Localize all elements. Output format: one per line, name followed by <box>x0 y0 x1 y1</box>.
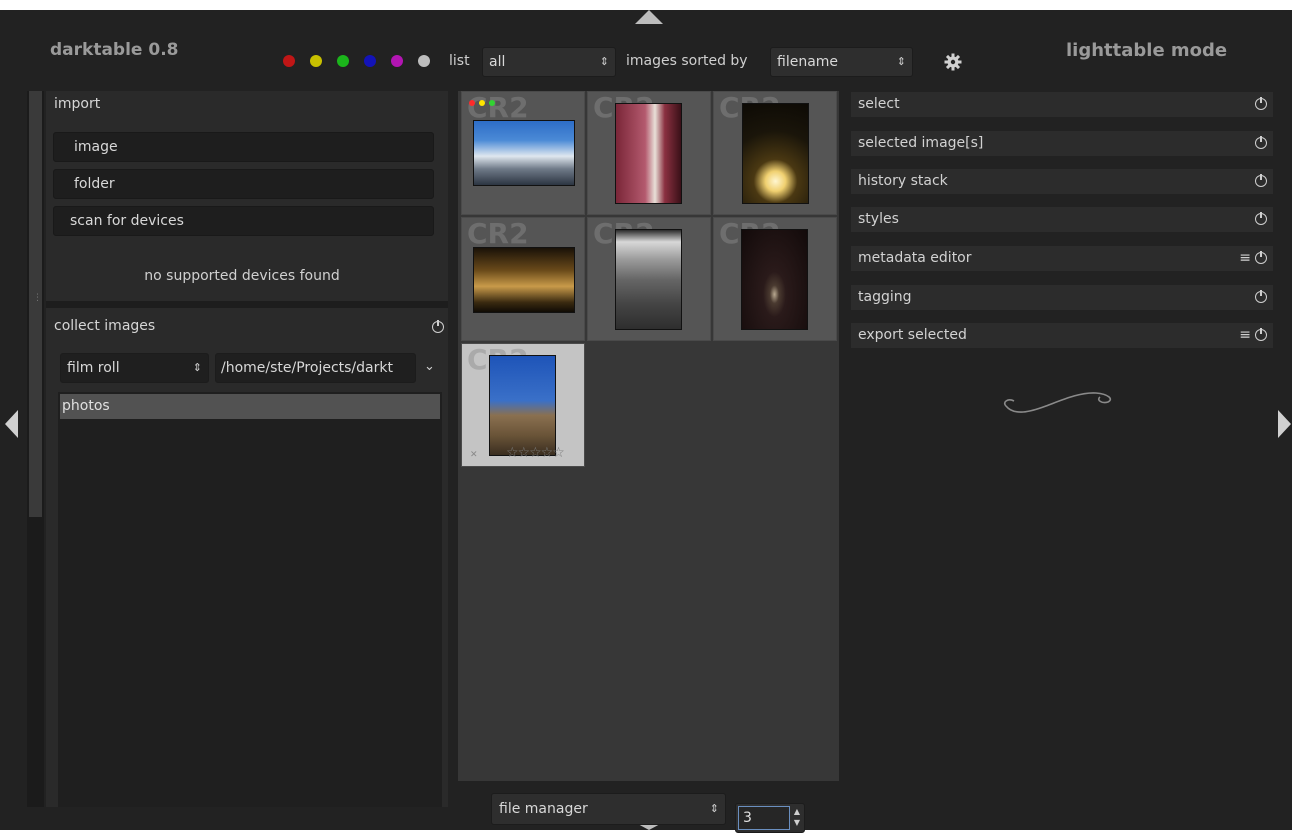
module-metadata-editor[interactable]: metadata editor ≡ <box>851 246 1273 271</box>
module-label: tagging <box>858 289 912 305</box>
photo-image <box>473 247 575 313</box>
no-devices-message: no supported devices found <box>144 268 340 284</box>
panel-grip-icon[interactable]: ⋮ <box>33 293 42 303</box>
sorted-by-label: images sorted by <box>626 53 748 69</box>
list-label: list <box>449 53 470 69</box>
collapse-left-arrow-icon[interactable] <box>5 410 18 438</box>
right-panel <box>848 91 1276 807</box>
panel-end-swirl-icon <box>1003 392 1112 413</box>
power-icon[interactable] <box>1255 328 1267 341</box>
format-label: CR2 <box>467 91 529 124</box>
power-icon[interactable] <box>1255 290 1267 303</box>
left-panel-scrollbar-thumb[interactable] <box>29 91 42 517</box>
layout-combo[interactable]: file manager ⇕ <box>491 793 726 825</box>
power-icon[interactable] <box>432 320 444 333</box>
module-selected-images[interactable]: selected image[s] <box>851 131 1273 156</box>
color-filter-red-icon[interactable] <box>283 55 295 67</box>
module-export-selected[interactable]: export selected ≡ <box>851 323 1273 348</box>
photo-image <box>473 120 575 186</box>
sort-value: filename <box>777 54 839 70</box>
color-filter-purple-icon[interactable] <box>391 55 403 67</box>
zoom-input[interactable]: 3 <box>738 806 790 830</box>
import-module-title[interactable]: import <box>54 96 100 112</box>
scan-devices-button[interactable]: scan for devices <box>53 206 434 236</box>
module-label: history stack <box>858 173 948 189</box>
thumbnail[interactable]: CR2 <box>587 91 711 215</box>
collapse-right-arrow-icon[interactable] <box>1278 410 1291 438</box>
module-label: selected image[s] <box>858 135 984 151</box>
photo-image <box>741 229 808 330</box>
module-tagging[interactable]: tagging <box>851 285 1273 310</box>
mode-title[interactable]: lighttable mode <box>1066 40 1227 61</box>
power-icon[interactable] <box>1255 97 1267 110</box>
label-green-icon <box>489 100 495 106</box>
chevron-updown-icon: ⇕ <box>192 361 202 374</box>
color-filter-green-icon[interactable] <box>337 55 349 67</box>
import-image-button[interactable]: image <box>53 132 434 162</box>
chevron-down-icon[interactable]: ⌄ <box>424 359 435 374</box>
color-filter-gray-icon[interactable] <box>418 55 430 67</box>
module-label: styles <box>858 211 899 227</box>
list-filter-value: all <box>489 54 506 70</box>
thumbnail[interactable]: CR2 <box>461 217 585 341</box>
thumbnail[interactable]: CR2 <box>713 217 837 341</box>
collect-module-title[interactable]: collect images <box>54 318 155 334</box>
module-label: export selected <box>858 327 967 343</box>
photo-image <box>615 103 682 204</box>
rating-stars[interactable]: ☆☆☆☆☆ <box>506 445 565 461</box>
list-item[interactable]: photos <box>60 394 440 419</box>
chevron-updown-icon: ⇕ <box>709 802 719 815</box>
darktable-window: darktable 0.8 lighttable mode list all ⇕… <box>0 10 1292 833</box>
power-icon[interactable] <box>1255 212 1267 225</box>
collect-path-input[interactable]: /home/ste/Projects/darkt <box>215 353 416 383</box>
sort-combo[interactable]: filename ⇕ <box>770 47 913 77</box>
power-icon[interactable] <box>1255 174 1267 187</box>
zoom-spinner[interactable]: 3 ▲ ▼ <box>735 803 805 833</box>
thumbnail[interactable]: CR2 <box>713 91 837 215</box>
photo-image <box>489 355 556 456</box>
label-red-icon <box>469 100 475 106</box>
import-folder-button[interactable]: folder <box>53 169 434 199</box>
module-label: metadata editor <box>858 250 972 266</box>
module-history-stack[interactable]: history stack <box>851 169 1273 194</box>
collapse-top-arrow-icon[interactable] <box>635 10 663 24</box>
presets-menu-icon[interactable]: ≡ <box>1239 246 1251 271</box>
thumbnail[interactable]: CR2 <box>461 91 585 215</box>
power-icon[interactable] <box>1255 136 1267 149</box>
chevron-updown-icon: ⇕ <box>896 55 906 68</box>
format-label: CR2 <box>467 217 529 250</box>
chevron-updown-icon: ⇕ <box>599 55 609 68</box>
spinner-arrows-icon[interactable]: ▲ ▼ <box>794 806 800 828</box>
module-label: select <box>858 96 900 112</box>
collect-path-value: /home/ste/Projects/darkt <box>221 360 393 376</box>
layout-value: file manager <box>499 801 588 817</box>
label-yellow-icon <box>479 100 485 106</box>
collect-property-combo[interactable]: film roll ⇕ <box>60 353 209 383</box>
app-title: darktable 0.8 <box>50 40 179 60</box>
collect-list <box>58 392 442 807</box>
photo-image <box>742 103 809 204</box>
thumbnail-selected[interactable]: CR2 ✕ ☆☆☆☆☆ <box>461 343 585 467</box>
list-filter-combo[interactable]: all ⇕ <box>482 47 616 77</box>
color-filter-yellow-icon[interactable] <box>310 55 322 67</box>
color-filter-blue-icon[interactable] <box>364 55 376 67</box>
photo-image <box>615 229 682 330</box>
presets-menu-icon[interactable]: ≡ <box>1239 323 1251 348</box>
reject-icon[interactable]: ✕ <box>470 450 478 460</box>
module-select[interactable]: select <box>851 92 1273 117</box>
thumbnail[interactable]: CR2 <box>587 217 711 341</box>
collect-property-value: film roll <box>67 360 120 376</box>
power-icon[interactable] <box>1255 251 1267 264</box>
gear-icon[interactable] <box>944 53 962 71</box>
module-separator <box>46 301 448 308</box>
module-styles[interactable]: styles <box>851 207 1273 232</box>
